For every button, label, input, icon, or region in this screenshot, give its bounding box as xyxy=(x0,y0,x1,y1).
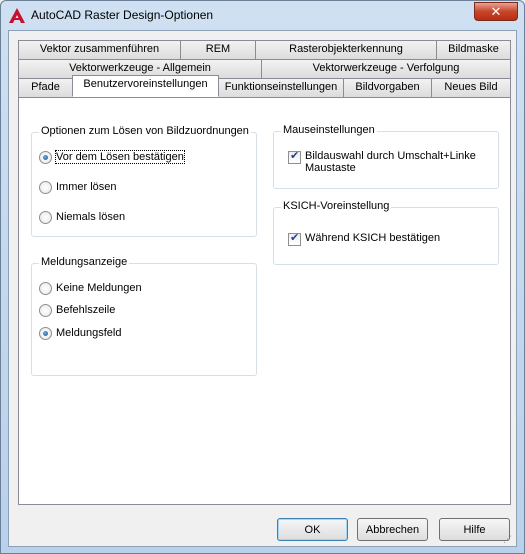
dialog-window: AutoCAD Raster Design-Optionen ✕ Vektor … xyxy=(0,0,525,554)
title-bar[interactable]: AutoCAD Raster Design-Optionen ✕ xyxy=(1,1,524,29)
message-display-group: Meldungsanzeige Keine Meldungen Befehlsz… xyxy=(31,256,257,376)
checkbox-label: Während KSICH bestätigen xyxy=(305,232,441,244)
radio-label: Meldungsfeld xyxy=(56,327,122,339)
radio-command-line[interactable]: Befehlszeile xyxy=(39,304,115,317)
checkbox-confirm-during-ksich[interactable]: Während KSICH bestätigen xyxy=(288,231,441,246)
radio-button[interactable] xyxy=(39,181,52,194)
tab-row-3: Pfade Benutzervoreinstellungen Funktions… xyxy=(18,75,511,97)
checkbox-shift-left-click-select[interactable]: Bildauswahl durch Umschalt+Linke Maustas… xyxy=(288,149,488,174)
resolve-options-title: Optionen zum Lösen von Bildzuordnungen xyxy=(39,125,251,137)
radio-no-messages[interactable]: Keine Meldungen xyxy=(39,282,142,295)
close-button[interactable]: ✕ xyxy=(474,2,518,21)
radio-button-checked[interactable] xyxy=(39,151,52,164)
checkbox-label: Bildauswahl durch Umschalt+Linke Maustas… xyxy=(305,150,476,174)
radio-never-resolve[interactable]: Niemals lösen xyxy=(39,211,125,224)
radio-always-resolve[interactable]: Immer lösen xyxy=(39,181,117,194)
window-title: AutoCAD Raster Design-Optionen xyxy=(31,8,214,22)
ok-button[interactable]: OK xyxy=(277,518,348,541)
help-button[interactable]: Hilfe xyxy=(439,518,510,541)
tab-vektor-zusammenfuehren[interactable]: Vektor zusammenführen xyxy=(18,40,181,59)
tab-rasterobjekterkennung[interactable]: Rasterobjekterkennung xyxy=(255,40,437,59)
tab-bildmaske[interactable]: Bildmaske xyxy=(436,40,511,59)
ksich-preset-group: KSICH-Voreinstellung Während KSICH bestä… xyxy=(273,200,499,265)
tab-funktionseinstellungen[interactable]: Funktionseinstellungen xyxy=(218,78,344,97)
tab-rem[interactable]: REM xyxy=(180,40,256,59)
tab-pfade[interactable]: Pfade xyxy=(18,78,73,97)
ksich-preset-title: KSICH-Voreinstellung xyxy=(281,200,392,212)
radio-message-box[interactable]: Meldungsfeld xyxy=(39,327,121,340)
tab-bildvorgaben[interactable]: Bildvorgaben xyxy=(343,78,432,97)
radio-label: Niemals lösen xyxy=(56,211,126,223)
mouse-settings-group: Mauseinstellungen Bildauswahl durch Umsc… xyxy=(273,124,499,189)
radio-label: Keine Meldungen xyxy=(56,282,142,294)
cancel-button[interactable]: Abbrechen xyxy=(357,518,428,541)
tab-neues-bild[interactable]: Neues Bild xyxy=(431,78,511,97)
radio-label: Befehlszeile xyxy=(56,304,116,316)
radio-button[interactable] xyxy=(39,282,52,295)
close-icon: ✕ xyxy=(490,3,502,19)
message-display-title: Meldungsanzeige xyxy=(39,256,130,268)
radio-button[interactable] xyxy=(39,211,52,224)
checkbox-checked[interactable] xyxy=(288,149,301,164)
radio-button-checked[interactable] xyxy=(39,327,52,340)
radio-confirm-before-resolve[interactable]: Vor dem Lösen bestätigen xyxy=(39,150,185,164)
autocad-app-icon xyxy=(9,8,25,23)
dialog-client: Vektor zusammenführen REM Rasterobjekter… xyxy=(8,30,517,547)
tab-panel-benutzervoreinstellungen: Optionen zum Lösen von Bildzuordnungen V… xyxy=(18,97,511,505)
radio-label: Vor dem Lösen bestätigen xyxy=(55,150,185,164)
tab-vektorwerkzeuge-verfolgung[interactable]: Vektorwerkzeuge - Verfolgung xyxy=(261,59,511,78)
resolve-options-group: Optionen zum Lösen von Bildzuordnungen V… xyxy=(31,125,257,237)
mouse-settings-title: Mauseinstellungen xyxy=(281,124,377,136)
tab-benutzervoreinstellungen[interactable]: Benutzervoreinstellungen xyxy=(72,75,219,97)
radio-label: Immer lösen xyxy=(56,181,117,193)
checkbox-checked[interactable] xyxy=(288,231,301,246)
tab-row-1: Vektor zusammenführen REM Rasterobjekter… xyxy=(18,40,511,59)
radio-button[interactable] xyxy=(39,304,52,317)
resize-grip-icon[interactable]: ⋰ xyxy=(503,533,515,545)
